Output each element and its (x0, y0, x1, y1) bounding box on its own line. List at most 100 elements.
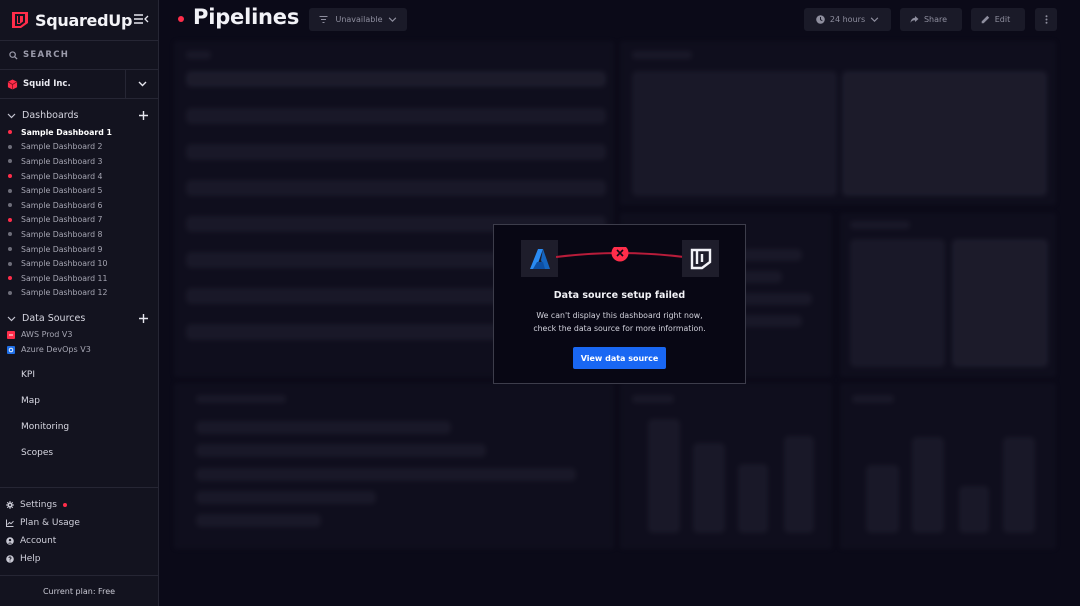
org-cube-icon (7, 78, 18, 90)
skeleton-tile-status-blocks (620, 41, 1056, 205)
help-icon (6, 555, 14, 563)
dashboard-item[interactable]: Sample Dashboard 3 (0, 154, 158, 169)
skeleton-title (186, 51, 211, 59)
data-source-item[interactable]: AWS Prod V3 (0, 327, 158, 342)
skeleton-line (196, 444, 486, 457)
skeleton-title (852, 395, 894, 403)
skeleton-block (952, 239, 1048, 367)
status-dot (8, 247, 12, 252)
status-dot (8, 290, 12, 295)
skeleton-title (196, 395, 286, 403)
skeleton-bar (959, 486, 989, 533)
skeleton-tile-status-blocks-2 (840, 213, 1056, 377)
dashboard-item[interactable]: Sample Dashboard 1 (0, 125, 158, 140)
nav-monitoring[interactable]: Monitoring (0, 414, 158, 440)
org-name: Squid Inc. (23, 79, 71, 89)
skeleton-line (196, 468, 576, 481)
skeleton-title (632, 395, 674, 403)
dashboard-label: Sample Dashboard 8 (21, 229, 103, 239)
search-button[interactable]: SEARCH (0, 41, 158, 70)
dashboard-item[interactable]: Sample Dashboard 10 (0, 256, 158, 271)
nav-scopes[interactable]: Scopes (0, 440, 158, 466)
skeleton-block (842, 71, 1047, 196)
skeleton-row (186, 144, 606, 160)
skeleton-tile-bar-chart-2 (840, 383, 1056, 549)
dashboard-item[interactable]: Sample Dashboard 4 (0, 169, 158, 184)
timeframe-value: 24 hours (829, 15, 866, 24)
skeleton-block (632, 71, 837, 196)
data-source-item[interactable]: Azure DevOps V3 (0, 342, 158, 357)
dashboard-label: Sample Dashboard 12 (21, 288, 108, 298)
main-nav: KPI Map Monitoring Scopes (0, 362, 158, 466)
edit-button[interactable]: Edit (971, 8, 1025, 31)
skeleton-tile-text (174, 383, 614, 549)
dashboard-label: Sample Dashboard 4 (21, 171, 103, 181)
nav-help[interactable]: Help (0, 550, 158, 568)
add-data-source-icon[interactable] (138, 313, 149, 324)
sidebar: SquaredUp SEARCH Squid Inc. Dashboards S… (0, 0, 159, 606)
dashboard-label: Sample Dashboard 9 (21, 244, 103, 254)
chevron-down-icon (388, 17, 396, 22)
dashboard-item[interactable]: Sample Dashboard 8 (0, 227, 158, 242)
status-dot (8, 203, 12, 208)
dashboard-item[interactable]: Sample Dashboard 11 (0, 271, 158, 286)
dashboard-item[interactable]: Sample Dashboard 9 (0, 242, 158, 257)
status-dot (8, 130, 12, 135)
nav-account[interactable]: Account (0, 532, 158, 550)
status-dot (8, 174, 12, 179)
dashboard-label: Sample Dashboard 7 (21, 215, 103, 225)
dashboard-item[interactable]: Sample Dashboard 6 (0, 198, 158, 213)
skeleton-bar (738, 464, 768, 533)
squaredup-logo-icon (690, 248, 711, 269)
chevron-down-icon (7, 113, 16, 119)
search-icon (9, 50, 18, 60)
dashboard-item[interactable]: Sample Dashboard 7 (0, 213, 158, 228)
view-data-source-button[interactable]: View data source (573, 347, 666, 369)
share-button[interactable]: Share (900, 8, 962, 31)
nav-kpi[interactable]: KPI (0, 362, 158, 388)
bottom-nav: Settings Plan & Usage Account Help (0, 487, 158, 568)
collapse-sidebar-icon[interactable] (133, 12, 149, 26)
skeleton-title (850, 221, 910, 229)
settings-alert-dot (62, 503, 67, 507)
scope-filter-dropdown[interactable]: Unavailable (309, 8, 407, 31)
dashboard-label: Sample Dashboard 1 (21, 127, 112, 137)
data-sources-section-title: Data Sources (22, 313, 86, 325)
dashboards-section-toggle[interactable]: Dashboards (0, 108, 158, 123)
dashboard-item[interactable]: Sample Dashboard 2 (0, 140, 158, 155)
nav-settings[interactable]: Settings (0, 496, 158, 514)
nav-map[interactable]: Map (0, 388, 158, 414)
chart-icon (6, 519, 14, 527)
dashboards-section-title: Dashboards (22, 110, 79, 121)
skeleton-bar (866, 465, 899, 533)
plan-usage-label: Plan & Usage (20, 518, 80, 528)
more-options-button[interactable] (1035, 8, 1057, 31)
search-label: SEARCH (23, 50, 70, 60)
clock-icon (816, 15, 825, 24)
status-dot (8, 159, 12, 164)
data-sources-section-toggle[interactable]: Data Sources (0, 311, 158, 326)
share-icon (910, 16, 919, 23)
status-dot (8, 232, 12, 237)
add-dashboard-icon[interactable] (138, 110, 149, 121)
skeleton-bar (1003, 437, 1035, 533)
org-button[interactable]: Squid Inc. (0, 70, 126, 98)
timeframe-dropdown[interactable]: 24 hours (804, 8, 891, 31)
skeleton-line (196, 491, 376, 504)
dashboard-label: Sample Dashboard 6 (21, 200, 103, 210)
azure-devops-source-tile (521, 240, 558, 277)
dashboard-item[interactable]: Sample Dashboard 5 (0, 183, 158, 198)
org-dropdown-toggle[interactable] (126, 70, 158, 98)
pencil-icon (981, 15, 989, 24)
dashboard-label: Sample Dashboard 2 (21, 142, 103, 152)
user-icon (6, 537, 14, 545)
status-dot (8, 217, 12, 222)
skeleton-row (186, 180, 606, 196)
scope-filter-value: Unavailable (335, 15, 383, 24)
dashboard-item[interactable]: Sample Dashboard 12 (0, 286, 158, 301)
dashboard-label: Sample Dashboard 3 (21, 156, 103, 166)
nav-plan-usage[interactable]: Plan & Usage (0, 514, 158, 532)
dialog-message-line: check the data source for more informati… (533, 323, 706, 333)
brand-name: SquaredUp (35, 10, 133, 30)
status-dot (8, 144, 12, 149)
